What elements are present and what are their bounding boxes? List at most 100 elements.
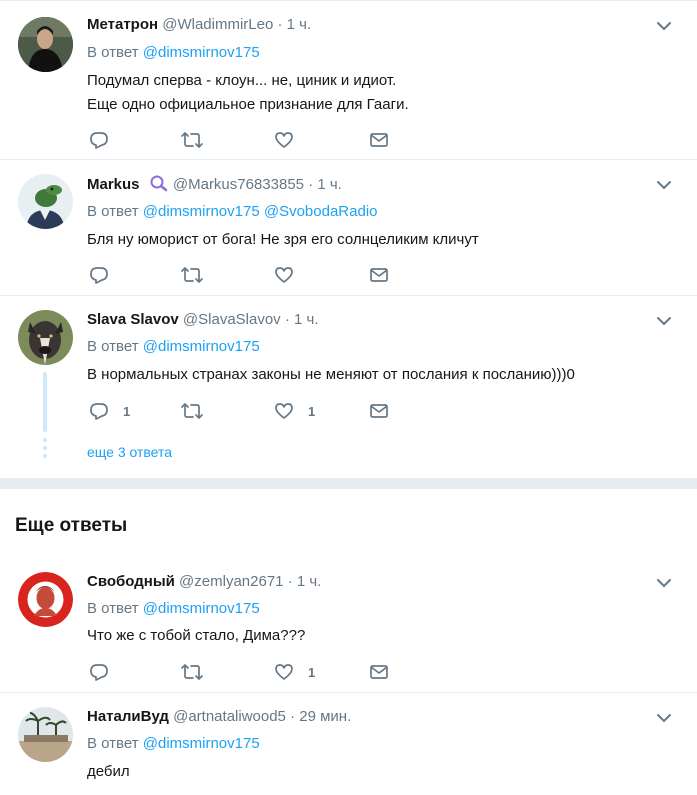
avatar[interactable] (18, 572, 73, 627)
tweet[interactable]: Markus @Markus76833855 · 1 ч. В ответ @d… (0, 160, 697, 296)
action-bar (87, 263, 407, 287)
mention-link[interactable]: @dimsmirnov175 (143, 203, 260, 220)
mention-link[interactable]: @dimsmirnov175 (143, 44, 260, 61)
reply-icon (90, 267, 108, 284)
reply-button[interactable]: 1 (89, 399, 130, 423)
mention-link[interactable]: @SvobodaRadio (264, 203, 378, 220)
reply-count: 1 (123, 403, 131, 419)
tweet[interactable]: НаталиВуд @artnataliwood5 · 29 мин. В от… (0, 693, 697, 795)
reply-prefix: В ответ (87, 44, 139, 61)
avatar[interactable] (18, 17, 73, 72)
timestamp[interactable]: 1 ч. (287, 16, 312, 33)
author-name[interactable]: Метатрон (87, 16, 158, 33)
retweet-icon (181, 267, 203, 283)
tweet-text: Что же с тобой стало, Дима??? (87, 624, 305, 648)
author-name[interactable]: Свободный (87, 573, 175, 590)
verified-badge-icon (150, 175, 167, 192)
timestamp[interactable]: 1 ч. (294, 311, 319, 328)
thread-line (43, 372, 47, 432)
direct-message-button[interactable] (369, 128, 389, 152)
separator: · (287, 573, 293, 590)
reply-to: В ответ @dimsmirnov175 (87, 43, 260, 63)
reply-prefix: В ответ (87, 600, 139, 617)
separator: · (308, 176, 314, 193)
author-handle[interactable]: @zemlyan2671 (179, 573, 283, 590)
action-bar (87, 128, 407, 152)
mention-link[interactable]: @dimsmirnov175 (143, 735, 260, 752)
direct-message-icon (370, 268, 388, 282)
reply-to: В ответ @dimsmirnov175 (87, 337, 260, 357)
direct-message-icon (370, 133, 388, 147)
tweet-text: Подумал сперва - клоун... не, циник и ид… (87, 69, 409, 117)
avatar[interactable] (18, 174, 73, 229)
author-handle[interactable]: @Markus76833855 (173, 176, 304, 193)
reply-to: В ответ @dimsmirnov175 (87, 599, 260, 619)
reply-prefix: В ответ (87, 338, 139, 355)
like-button[interactable]: 1 (274, 399, 315, 423)
thread-dot (43, 454, 47, 458)
mention-link[interactable]: @dimsmirnov175 (143, 600, 260, 617)
mention-link[interactable]: @dimsmirnov175 (143, 338, 260, 355)
like-icon (275, 267, 293, 283)
direct-message-button[interactable] (369, 399, 389, 423)
action-bar: 1 1 (87, 399, 407, 423)
tweet[interactable]: Метатрон @WladimmirLeo · 1 ч. В ответ @d… (0, 1, 697, 160)
retweet-button[interactable] (181, 399, 203, 423)
author-name[interactable]: Markus (87, 176, 140, 193)
timestamp[interactable]: 1 ч. (317, 176, 342, 193)
like-button[interactable]: 1 (274, 660, 315, 684)
thread-dot (43, 446, 47, 450)
chevron-down-icon[interactable] (655, 17, 673, 35)
direct-message-button[interactable] (369, 660, 389, 684)
retweet-icon (181, 664, 203, 680)
retweet-button[interactable] (181, 263, 203, 287)
retweet-icon (181, 403, 203, 419)
author-name[interactable]: НаталиВуд (87, 708, 169, 725)
chevron-down-icon[interactable] (655, 709, 673, 727)
reply-icon (90, 664, 108, 681)
retweet-button[interactable] (181, 128, 203, 152)
chevron-down-icon[interactable] (655, 176, 673, 194)
timestamp[interactable]: 1 ч. (297, 573, 322, 590)
section-gap (0, 478, 697, 489)
tweet-text-line: Подумал сперва - клоун... не, циник и ид… (87, 72, 397, 89)
retweet-button[interactable] (181, 660, 203, 684)
retweet-icon (181, 132, 203, 148)
tweet-header: Slava Slavov @SlavaSlavov · 1 ч. (87, 310, 319, 330)
tweet-text-line: Бля ну юморист от бога! Не зря его солнц… (87, 231, 479, 248)
author-name[interactable]: Slava Slavov (87, 311, 179, 328)
reply-button[interactable] (89, 128, 109, 152)
timestamp[interactable]: 29 мин. (299, 708, 351, 725)
tweet[interactable]: Slava Slavov @SlavaSlavov · 1 ч. В ответ… (0, 296, 697, 478)
chevron-down-icon[interactable] (655, 574, 673, 592)
like-button[interactable] (274, 128, 294, 152)
author-handle[interactable]: @WladimmirLeo (162, 16, 273, 33)
direct-message-button[interactable] (369, 263, 389, 287)
tweet-text-line: дебил (87, 763, 130, 780)
avatar[interactable] (18, 707, 73, 762)
like-button[interactable] (274, 263, 294, 287)
reply-button[interactable] (89, 263, 109, 287)
like-icon (275, 403, 293, 419)
reply-prefix: В ответ (87, 735, 139, 752)
tweet-text: Бля ну юморист от бога! Не зря его солнц… (87, 228, 479, 252)
author-handle[interactable]: @SlavaSlavov (183, 311, 281, 328)
avatar[interactable] (18, 310, 73, 365)
reply-to: В ответ @dimsmirnov175 (87, 734, 260, 754)
reply-to: В ответ @dimsmirnov175 @SvobodaRadio (87, 202, 378, 222)
reply-button[interactable] (89, 660, 109, 684)
section-title: Еще ответы (15, 515, 128, 536)
thread-dot (43, 438, 47, 442)
tweet-text: В нормальных странах законы не меняют от… (87, 363, 575, 387)
tweet-text-line: Что же с тобой стало, Дима??? (87, 627, 306, 644)
chevron-down-icon[interactable] (655, 312, 673, 330)
like-icon (275, 664, 293, 680)
like-count: 1 (308, 664, 316, 680)
tweet-text-line: Еще одно официальное признание для Гааги… (87, 96, 409, 113)
author-handle[interactable]: @artnataliwood5 (173, 708, 286, 725)
tweet-text: дебил (87, 760, 130, 784)
reply-icon (90, 403, 108, 420)
action-bar: 1 (87, 660, 407, 684)
tweet[interactable]: Свободный @zemlyan2671 · 1 ч. В ответ @d… (0, 558, 697, 693)
show-more-replies-link[interactable]: еще 3 ответа (87, 444, 172, 460)
